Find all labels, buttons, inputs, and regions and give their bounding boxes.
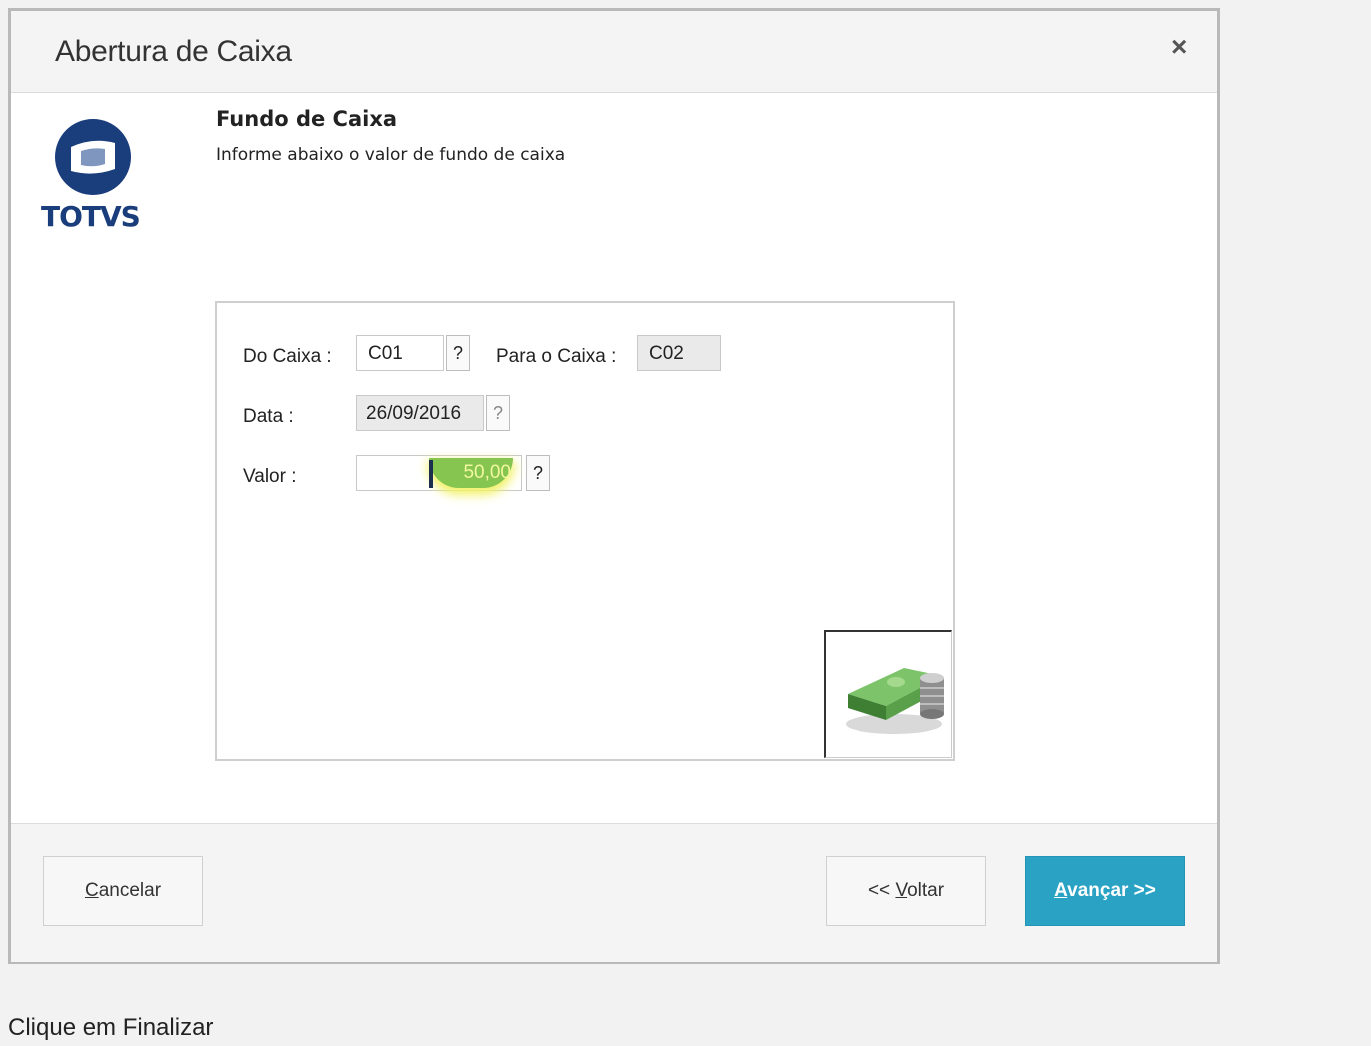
dialog-window: Abertura de Caixa × TOTVS Fundo de Caixa…: [8, 8, 1220, 964]
step-subtitle: Informe abaixo o valor de fundo de caixa: [216, 145, 566, 165]
do-caixa-help-button[interactable]: ?: [446, 335, 470, 371]
step-title: Fundo de Caixa: [216, 107, 398, 131]
back-button[interactable]: << Voltar: [826, 856, 986, 926]
totvs-logo: TOTVS: [41, 115, 151, 235]
logo-text: TOTVS: [41, 200, 141, 233]
money-image: [824, 630, 952, 758]
valor-value: 50,00: [463, 462, 511, 483]
valor-help-button[interactable]: ?: [526, 455, 550, 491]
next-accesskey: A: [1054, 880, 1068, 901]
data-help-button[interactable]: ?: [486, 395, 510, 431]
close-icon[interactable]: ×: [1171, 33, 1187, 61]
cancel-label: ancelar: [98, 880, 162, 901]
dialog-footer: Cancelar << Voltar Avançar >>: [11, 823, 1217, 962]
para-caixa-label: Para o Caixa :: [496, 346, 617, 367]
data-label: Data :: [243, 406, 294, 427]
back-label: oltar: [907, 880, 945, 901]
do-caixa-label: Do Caixa :: [243, 346, 332, 367]
next-label: vançar >>: [1067, 880, 1156, 901]
totvs-logo-icon: [55, 119, 131, 195]
cancel-accesskey: C: [84, 880, 99, 901]
back-accesskey: V: [895, 880, 908, 901]
text-cursor: [429, 460, 433, 488]
form-panel: Do Caixa : C01 ? Para o Caixa : C02 Data…: [215, 301, 955, 761]
dialog-header: Abertura de Caixa ×: [11, 11, 1217, 93]
do-caixa-field[interactable]: C01: [356, 335, 444, 371]
dialog-title: Abertura de Caixa: [55, 35, 292, 68]
data-field[interactable]: 26/09/2016: [356, 395, 484, 431]
cancel-button[interactable]: Cancelar: [43, 856, 203, 926]
instruction-caption: Clique em Finalizar: [8, 1014, 214, 1041]
para-caixa-field[interactable]: C02: [637, 335, 721, 371]
valor-field[interactable]: 50,00: [356, 455, 522, 491]
next-button[interactable]: Avançar >>: [1025, 856, 1185, 926]
back-prefix: <<: [867, 880, 896, 901]
valor-label: Valor :: [243, 466, 297, 487]
money-icon: [846, 668, 944, 734]
